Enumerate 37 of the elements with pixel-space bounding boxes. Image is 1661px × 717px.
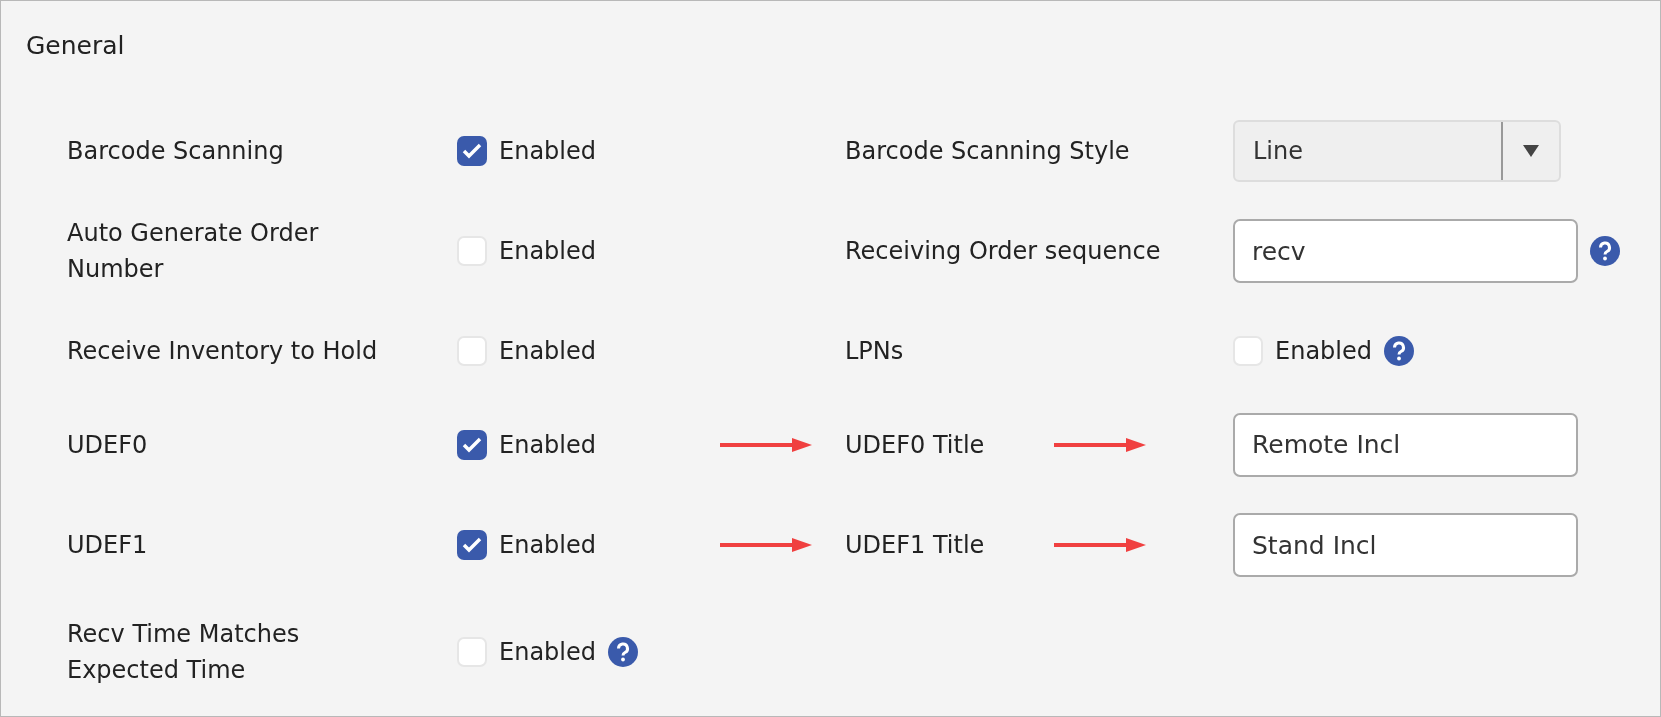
checkbox-label: Enabled bbox=[499, 137, 596, 165]
text-field[interactable]: Stand Incl bbox=[1233, 513, 1578, 577]
checkbox-label: Enabled bbox=[499, 531, 596, 559]
setting-label: UDEF1 bbox=[67, 530, 149, 561]
checkbox[interactable] bbox=[457, 637, 487, 667]
setting-label: UDEF1 Title bbox=[845, 530, 985, 561]
section-title: General bbox=[26, 31, 126, 60]
checkbox[interactable] bbox=[457, 530, 487, 560]
checkmark-icon bbox=[462, 143, 482, 159]
checkbox[interactable] bbox=[1233, 336, 1263, 366]
setting-label: Recv Time Matches Expected Time bbox=[67, 619, 301, 686]
text-field[interactable]: Remote Incl bbox=[1233, 412, 1578, 477]
checkbox-label: Enabled bbox=[499, 638, 596, 666]
setting-label: Receiving Order sequence bbox=[845, 236, 1161, 267]
caret-icon bbox=[1523, 145, 1539, 157]
help-icon[interactable] bbox=[1590, 236, 1620, 266]
text-field[interactable]: recv bbox=[1233, 219, 1578, 283]
setting-label: Receive Inventory to Hold bbox=[67, 336, 379, 367]
checkbox-label: Enabled bbox=[499, 430, 596, 459]
checkbox[interactable] bbox=[457, 429, 487, 460]
checkbox-label: Enabled bbox=[1275, 337, 1372, 365]
checkbox[interactable] bbox=[457, 136, 487, 166]
help-icon[interactable] bbox=[1384, 336, 1414, 366]
setting-label: LPNs bbox=[845, 336, 904, 367]
setting-label: Auto Generate Order Number bbox=[67, 218, 320, 285]
checkbox[interactable] bbox=[457, 236, 487, 266]
checkbox[interactable] bbox=[457, 336, 487, 366]
style-dropdown[interactable]: Line bbox=[1233, 120, 1561, 182]
setting-label: Barcode Scanning bbox=[67, 136, 285, 167]
checkbox-label: Enabled bbox=[499, 337, 596, 365]
setting-label: UDEF0 Title bbox=[845, 429, 985, 461]
checkmark-icon bbox=[462, 537, 482, 553]
help-icon[interactable] bbox=[608, 637, 638, 667]
checkmark-icon bbox=[462, 436, 482, 453]
checkbox-label: Enabled bbox=[499, 237, 596, 265]
setting-label: Barcode Scanning Style bbox=[845, 136, 1130, 167]
setting-label: UDEF0 bbox=[67, 429, 149, 461]
